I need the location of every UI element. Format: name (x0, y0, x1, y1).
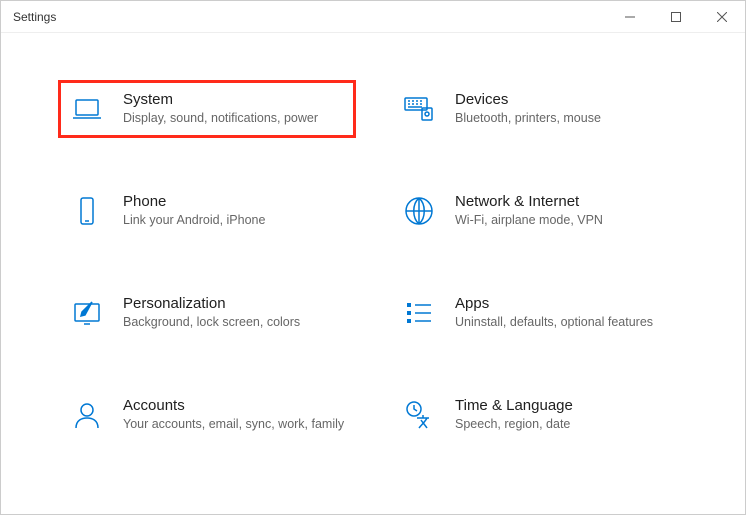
tile-personalization[interactable]: Personalization Background, lock screen,… (61, 287, 353, 339)
tile-desc: Speech, region, date (455, 416, 677, 433)
tile-text: Time & Language Speech, region, date (455, 397, 677, 433)
list-icon (401, 295, 437, 331)
tile-title: Devices (455, 91, 677, 108)
tile-text: Apps Uninstall, defaults, optional featu… (455, 295, 677, 331)
paintbrush-monitor-icon (69, 295, 105, 331)
tile-apps[interactable]: Apps Uninstall, defaults, optional featu… (393, 287, 685, 339)
tile-accounts[interactable]: Accounts Your accounts, email, sync, wor… (61, 389, 353, 441)
tile-title: Network & Internet (455, 193, 677, 210)
close-icon (717, 12, 727, 22)
tile-text: System Display, sound, notifications, po… (123, 91, 333, 127)
tile-text: Devices Bluetooth, printers, mouse (455, 91, 677, 127)
time-language-icon (401, 397, 437, 433)
tile-desc: Uninstall, defaults, optional features (455, 314, 677, 331)
settings-content: System Display, sound, notifications, po… (1, 33, 745, 461)
window-title: Settings (13, 10, 56, 24)
tile-title: Personalization (123, 295, 345, 312)
person-icon (69, 397, 105, 433)
tile-desc: Bluetooth, printers, mouse (455, 110, 677, 127)
globe-icon (401, 193, 437, 229)
tile-title: Time & Language (455, 397, 677, 414)
tile-text: Accounts Your accounts, email, sync, wor… (123, 397, 345, 433)
window-controls (607, 1, 745, 32)
tile-text: Personalization Background, lock screen,… (123, 295, 345, 331)
tile-text: Network & Internet Wi-Fi, airplane mode,… (455, 193, 677, 229)
tile-desc: Your accounts, email, sync, work, family (123, 416, 345, 433)
titlebar: Settings (1, 1, 745, 33)
tile-desc: Link your Android, iPhone (123, 212, 345, 229)
keyboard-devices-icon (401, 91, 437, 127)
tile-phone[interactable]: Phone Link your Android, iPhone (61, 185, 353, 237)
maximize-button[interactable] (653, 1, 699, 32)
maximize-icon (671, 12, 681, 22)
tile-desc: Wi-Fi, airplane mode, VPN (455, 212, 677, 229)
tile-network[interactable]: Network & Internet Wi-Fi, airplane mode,… (393, 185, 685, 237)
settings-grid: System Display, sound, notifications, po… (61, 83, 685, 441)
tile-desc: Display, sound, notifications, power (123, 110, 333, 127)
laptop-icon (69, 91, 105, 127)
tile-title: Phone (123, 193, 345, 210)
tile-title: System (123, 91, 333, 108)
tile-time-language[interactable]: Time & Language Speech, region, date (393, 389, 685, 441)
phone-icon (69, 193, 105, 229)
tile-title: Apps (455, 295, 677, 312)
minimize-button[interactable] (607, 1, 653, 32)
tile-desc: Background, lock screen, colors (123, 314, 345, 331)
tile-system[interactable]: System Display, sound, notifications, po… (61, 83, 353, 135)
tile-text: Phone Link your Android, iPhone (123, 193, 345, 229)
minimize-icon (625, 12, 635, 22)
tile-devices[interactable]: Devices Bluetooth, printers, mouse (393, 83, 685, 135)
close-button[interactable] (699, 1, 745, 32)
tile-title: Accounts (123, 397, 345, 414)
